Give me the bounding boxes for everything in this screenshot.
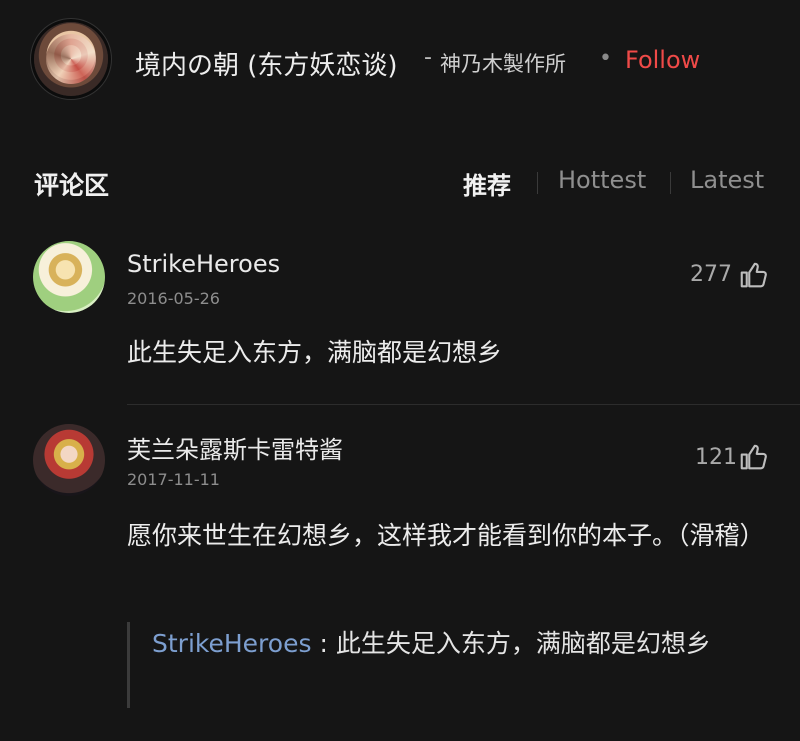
comment-date: 2017-11-11: [127, 470, 220, 489]
tab-divider: [670, 172, 671, 194]
comments-section-label: 评论区: [34, 171, 110, 200]
title-separator: -: [424, 45, 432, 70]
author-avatar[interactable]: [34, 22, 108, 96]
commenter-avatar[interactable]: [33, 424, 105, 496]
commenter-avatar[interactable]: [33, 241, 105, 313]
reply-text: 此生失足入东方，满脑都是幻想乡: [335, 629, 711, 658]
thumbs-up-icon[interactable]: [738, 442, 768, 472]
dot-separator: •: [599, 46, 612, 71]
reply-user-link[interactable]: StrikeHeroes: [152, 629, 311, 658]
commenter-name[interactable]: StrikeHeroes: [127, 250, 280, 278]
comment-date: 2016-05-26: [127, 289, 220, 308]
reply-quote[interactable]: StrikeHeroes : 此生失足入东方，满脑都是幻想乡: [127, 622, 767, 708]
comment-text: 此生失足入东方，满脑都是幻想乡: [127, 338, 503, 367]
reply-text-block: StrikeHeroes : 此生失足入东方，满脑都是幻想乡: [152, 622, 762, 666]
post-title: 境内の朝 (东方妖恋谈): [135, 51, 398, 81]
divider: [127, 404, 800, 405]
comments-toolbar: 评论区 推荐 Hottest Latest: [0, 160, 800, 206]
studio-name[interactable]: 神乃木製作所: [440, 48, 566, 78]
like-count: 121: [695, 445, 737, 470]
post-header: 境内の朝 (东方妖恋谈) - 神乃木製作所 • Follow: [0, 0, 800, 125]
tab-divider: [537, 172, 538, 194]
tab-latest[interactable]: Latest: [690, 166, 764, 194]
commenter-name[interactable]: 芙兰朵露斯卡雷特酱: [127, 430, 343, 465]
reply-separator: :: [319, 629, 328, 658]
thumbs-up-icon[interactable]: [738, 260, 768, 290]
tab-recommended[interactable]: 推荐: [463, 166, 511, 201]
comment-text: 愿你来世生在幻想乡，这样我才能看到你的本子。（滑稽）: [127, 521, 765, 550]
tab-hottest[interactable]: Hottest: [558, 166, 646, 194]
follow-button[interactable]: Follow: [625, 46, 700, 74]
like-count: 277: [690, 262, 732, 287]
